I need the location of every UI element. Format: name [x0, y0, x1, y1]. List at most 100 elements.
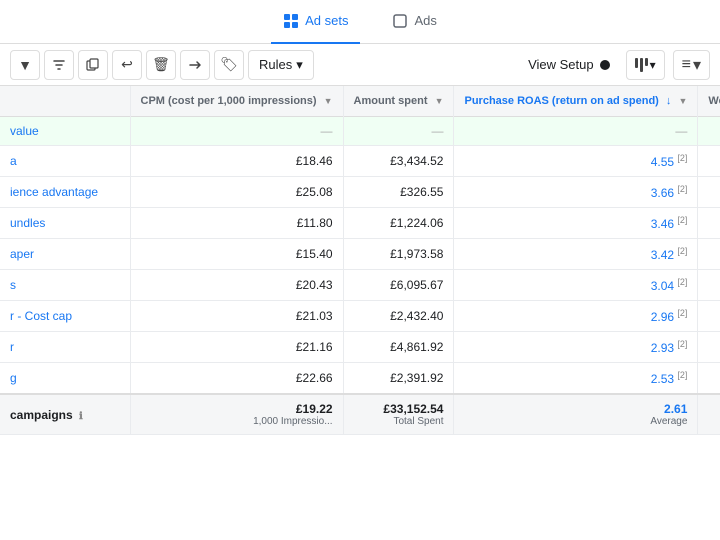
row-website-roas: 2.93 [2]	[698, 332, 720, 363]
table-row: s £20.43 £6,095.67 3.04 [2] 3.04 [2] £18…	[0, 270, 720, 301]
row-cpm: £25.08	[130, 177, 343, 208]
summary-cpm: £19.22 1,000 Impressio...	[130, 394, 343, 435]
row-amount-spent: £1,973.58	[343, 239, 454, 270]
row-cpm: £15.40	[130, 239, 343, 270]
undo-button[interactable]: ↩	[112, 50, 142, 80]
row-website-roas: 4.55 [2]	[698, 146, 720, 177]
breakdown-icon: ≡	[682, 56, 691, 74]
table-row: a £18.46 £3,434.52 4.55 [2] 4.55 [2] £15…	[0, 146, 720, 177]
row-name[interactable]: g	[0, 363, 130, 395]
cpm-filter-icon: ▼	[324, 96, 333, 108]
table-header-row: CPM (cost per 1,000 impressions) ▼ Amoun…	[0, 86, 720, 117]
summary-amount-spent: £33,152.54 Total Spent	[343, 394, 454, 435]
table-row: ience advantage £25.08 £326.55 3.66 [2] …	[0, 177, 720, 208]
row-name[interactable]: undles	[0, 208, 130, 239]
row-amount-spent: £326.55	[343, 177, 454, 208]
row-website-roas: 3.46 [2]	[698, 208, 720, 239]
column-icon	[635, 58, 648, 72]
row-purchase-roas: 2.96 [2]	[454, 301, 698, 332]
tab-ad-sets[interactable]: Ad sets	[271, 0, 360, 44]
delete-button[interactable]: 🗑	[146, 50, 176, 80]
col-header-name	[0, 86, 130, 117]
row-amount-spent: £3,434.52	[343, 146, 454, 177]
review-button[interactable]	[180, 50, 210, 80]
row-website-roas: 3.42 [2]	[698, 239, 720, 270]
row-purchase-roas: —	[454, 117, 698, 146]
summary-campaigns-label: campaigns	[10, 408, 73, 422]
row-amount-spent: £6,095.67	[343, 270, 454, 301]
table-row: r - Cost cap £21.03 £2,432.40 2.96 [2] 2…	[0, 301, 720, 332]
breakdown-chevron: ▾	[693, 55, 701, 75]
row-website-roas: 2.96 [2]	[698, 301, 720, 332]
row-name[interactable]: value	[0, 117, 130, 146]
row-amount-spent: —	[343, 117, 454, 146]
test-button[interactable]	[44, 50, 74, 80]
row-amount-spent: £2,432.40	[343, 301, 454, 332]
col-header-website-roas[interactable]: Website purchase ROAS (return... ▼	[698, 86, 720, 117]
filter-button[interactable]: ▼	[10, 50, 40, 80]
toolbar: ▼ ↩ 🗑 🏷 Rules ▾ View Setup	[0, 44, 720, 86]
tag-button[interactable]: 🏷	[214, 50, 244, 80]
row-name[interactable]: aper	[0, 239, 130, 270]
row-purchase-roas: 3.46 [2]	[454, 208, 698, 239]
top-navigation-bar: Ad sets Ads	[0, 0, 720, 44]
row-purchase-roas: 3.42 [2]	[454, 239, 698, 270]
tab-ad-sets-label: Ad sets	[305, 13, 348, 28]
column-view-button[interactable]: ▾	[626, 50, 665, 80]
row-amount-spent: £2,391.92	[343, 363, 454, 395]
row-website-roas: 2.53 [2]	[698, 363, 720, 395]
rules-label: Rules	[259, 57, 292, 72]
row-cpm: —	[130, 117, 343, 146]
row-name[interactable]: r - Cost cap	[0, 301, 130, 332]
col-header-purchase-roas[interactable]: Purchase ROAS (return on ad spend) ↓ ▼	[454, 86, 698, 117]
row-name[interactable]: s	[0, 270, 130, 301]
row-cpm: £20.43	[130, 270, 343, 301]
summary-row: campaigns ℹ £19.22 1,000 Impressio... £3…	[0, 394, 720, 435]
row-amount-spent: £1,224.06	[343, 208, 454, 239]
ad-sets-icon	[283, 13, 299, 29]
row-cpm: £11.80	[130, 208, 343, 239]
tab-ads[interactable]: Ads	[380, 0, 448, 44]
tab-ads-label: Ads	[414, 13, 436, 28]
summary-info-icon: ℹ	[79, 411, 83, 422]
row-purchase-roas: 2.93 [2]	[454, 332, 698, 363]
row-cpm: £18.46	[130, 146, 343, 177]
summary-purchase-roas: 2.61 Average	[454, 394, 698, 435]
roas-sort-icon: ↓	[666, 94, 672, 108]
summary-website-roas: 2.61 Average	[698, 394, 720, 435]
view-dot	[600, 60, 610, 70]
col-header-cpm[interactable]: CPM (cost per 1,000 impressions) ▼	[130, 86, 343, 117]
ads-icon	[392, 13, 408, 29]
row-amount-spent: £4,861.92	[343, 332, 454, 363]
col-header-amount-spent[interactable]: Amount spent ▼	[343, 86, 454, 117]
table-row: g £22.66 £2,391.92 2.53 [2] 2.53 [2] £6,…	[0, 363, 720, 395]
table-row: aper £15.40 £1,973.58 3.42 [2] 3.42 [2] …	[0, 239, 720, 270]
ad-sets-table: CPM (cost per 1,000 impressions) ▼ Amoun…	[0, 86, 720, 435]
table-row: undles £11.80 £1,224.06 3.46 [2] 3.46 [2…	[0, 208, 720, 239]
view-setup-button[interactable]: View Setup	[520, 53, 618, 76]
roas-filter-icon: ▼	[678, 96, 687, 108]
duplicate-button[interactable]	[78, 50, 108, 80]
row-purchase-roas: 2.53 [2]	[454, 363, 698, 395]
row-purchase-roas: 3.66 [2]	[454, 177, 698, 208]
breakdown-button[interactable]: ≡ ▾	[673, 50, 710, 80]
row-website-roas: 3.04 [2]	[698, 270, 720, 301]
rules-chevron: ▾	[296, 57, 303, 73]
row-purchase-roas: 4.55 [2]	[454, 146, 698, 177]
row-cpm: £21.16	[130, 332, 343, 363]
summary-label-cell: campaigns ℹ	[0, 394, 130, 435]
amount-filter-icon: ▼	[435, 96, 444, 108]
view-setup-label: View Setup	[528, 57, 594, 72]
col-chevron: ▾	[650, 58, 656, 72]
row-purchase-roas: 3.04 [2]	[454, 270, 698, 301]
row-cpm: £21.03	[130, 301, 343, 332]
rules-dropdown[interactable]: Rules ▾	[248, 50, 314, 80]
row-cpm: £22.66	[130, 363, 343, 395]
table-row: value — — — — — —	[0, 117, 720, 146]
toolbar-right: View Setup ▾ ≡ ▾	[520, 50, 710, 80]
table-row: r £21.16 £4,861.92 2.93 [2] 2.93 [2] £14…	[0, 332, 720, 363]
data-table-container: CPM (cost per 1,000 impressions) ▼ Amoun…	[0, 86, 720, 540]
row-name[interactable]: a	[0, 146, 130, 177]
row-name[interactable]: r	[0, 332, 130, 363]
row-name[interactable]: ience advantage	[0, 177, 130, 208]
